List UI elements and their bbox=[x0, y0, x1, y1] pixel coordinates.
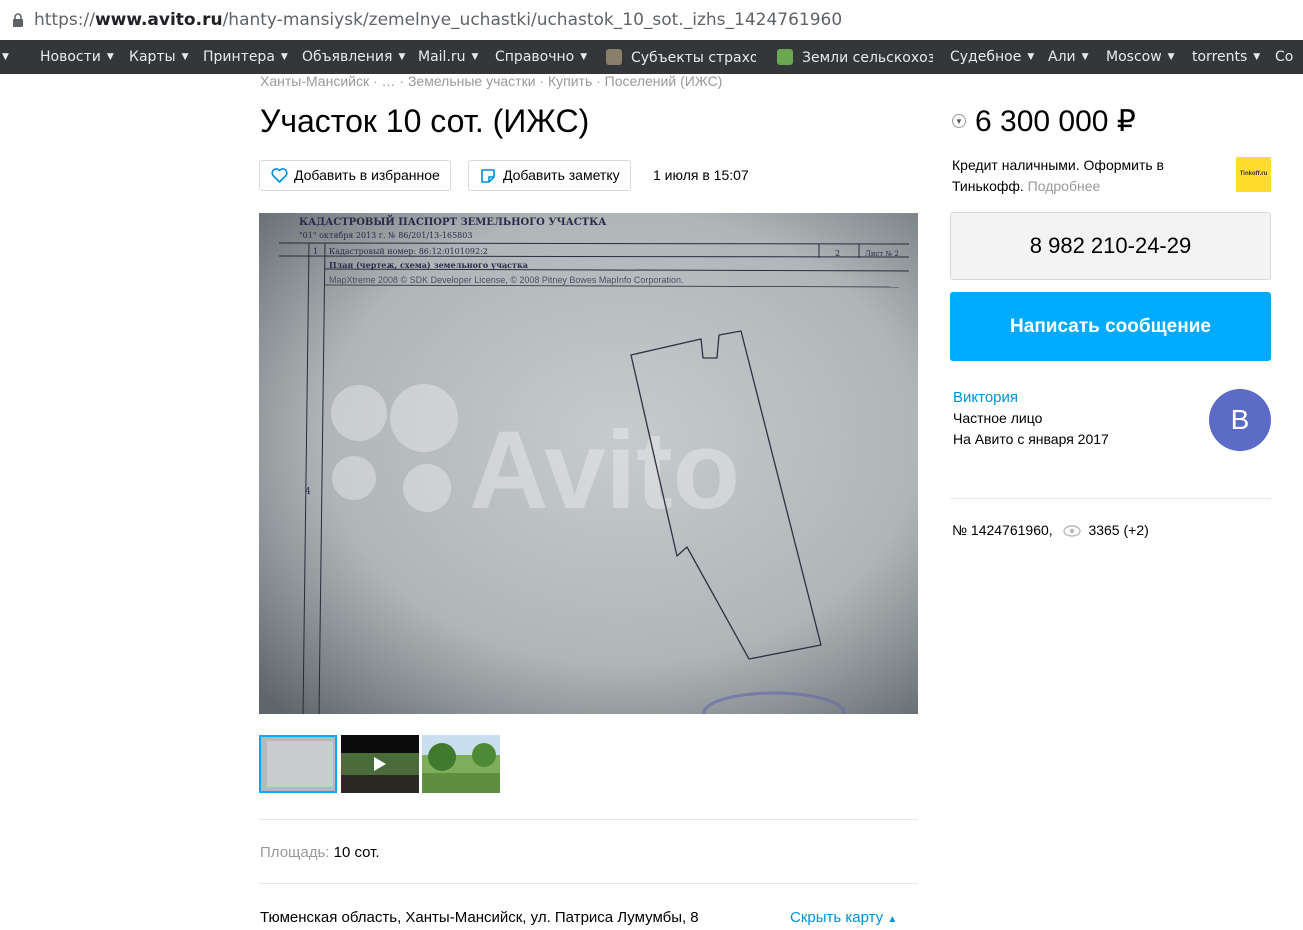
chevron-down-icon[interactable]: ▼ bbox=[952, 114, 966, 128]
doc-row1-num: 1 bbox=[313, 247, 318, 256]
avatar[interactable]: В bbox=[1209, 389, 1271, 451]
doc-header-title: КАДАСТРОВЫЙ ПАСПОРТ ЗЕМЕЛЬНОГО УЧАСТКА bbox=[299, 215, 607, 228]
show-phone-button[interactable]: 8 982 210-24-29 bbox=[950, 212, 1271, 280]
url-text: https://www.avito.ru/hanty-mansiysk/zeme… bbox=[34, 10, 843, 30]
emblem-icon bbox=[606, 49, 622, 65]
area-param: Площадь: 10 сот. bbox=[260, 844, 380, 861]
eye-icon bbox=[1062, 525, 1081, 537]
bookmark-overflow-caret[interactable]: ▼ bbox=[2, 49, 9, 65]
thumbnail-landscape bbox=[422, 735, 500, 793]
doc-mapxtreme-notice: MapXtreme 2008 © SDK Developer License, … bbox=[329, 275, 683, 285]
write-message-button[interactable]: Написать сообщение bbox=[950, 292, 1271, 361]
add-note-button[interactable]: Добавить заметку bbox=[468, 160, 631, 191]
hide-map-link[interactable]: Скрыть карту ▲ bbox=[790, 909, 897, 926]
add-note-label: Добавить заметку bbox=[503, 167, 620, 183]
chevron-up-icon: ▲ bbox=[887, 914, 898, 925]
thumbnail-1[interactable] bbox=[259, 735, 337, 793]
bookmark-folder-ads[interactable]: Объявления ▼ bbox=[302, 49, 405, 65]
lock-icon bbox=[13, 13, 23, 27]
bookmark-folder-judicial[interactable]: Судебное ▼ bbox=[950, 49, 1034, 65]
cadastral-passport-image: КАДАСТРОВЫЙ ПАСПОРТ ЗЕМЕЛЬНОГО УЧАСТКА "… bbox=[259, 213, 918, 714]
breadcrumb[interactable]: Ханты-Мансийск · … · Земельные участки ·… bbox=[260, 73, 722, 89]
tinkoff-logo[interactable]: Tinkoff.ru bbox=[1236, 157, 1271, 192]
bookmark-insurance-subjects[interactable]: Субъекты страхов bbox=[606, 49, 756, 66]
doc-row1-col: 2 bbox=[835, 249, 840, 258]
bookmark-folder-ali[interactable]: Али ▼ bbox=[1048, 49, 1089, 65]
thumbnail-video bbox=[341, 735, 419, 793]
thumbnail-3[interactable] bbox=[422, 735, 500, 793]
ad-number: № 1424761960, bbox=[952, 522, 1053, 538]
doc-header-date: "01" октября 2013 г. № 86/201/13-165803 bbox=[299, 231, 472, 240]
add-favorite-label: Добавить в избранное bbox=[294, 167, 440, 183]
credit-more-link[interactable]: Подробнее bbox=[1028, 178, 1101, 194]
bookmarks-bar: ▼ Новости ▼ Карты ▼ Принтера ▼ Объявления ▼ … bbox=[0, 40, 1303, 74]
publish-date: 1 июля в 15:07 bbox=[653, 167, 749, 183]
main-photo[interactable]: КАДАСТРОВЫЙ ПАСПОРТ ЗЕМЕЛЬНОГО УЧАСТКА "… bbox=[259, 213, 918, 714]
bookmark-folder-moscow[interactable]: Moscow ▼ bbox=[1106, 49, 1175, 65]
shield-icon bbox=[777, 49, 793, 65]
divider bbox=[259, 819, 918, 820]
heart-icon bbox=[271, 168, 288, 183]
thumbnail-2-video[interactable] bbox=[341, 735, 419, 793]
thumbnail-document bbox=[261, 737, 335, 791]
bookmark-agricultural-lands[interactable]: Земли сельскохоз bbox=[777, 49, 933, 66]
divider bbox=[950, 498, 1271, 499]
watermark-text: Avito bbox=[469, 409, 740, 532]
views-count: 3365 (+2) bbox=[1088, 522, 1149, 538]
add-favorite-button[interactable]: Добавить в избранное bbox=[259, 160, 451, 191]
area-label: Площадь: bbox=[260, 844, 330, 861]
bookmark-folder-maps[interactable]: Карты ▼ bbox=[129, 49, 189, 65]
page-title: Участок 10 сот. (ИЖС) bbox=[260, 103, 590, 139]
seller-since: На Авито с января 2017 bbox=[953, 431, 1109, 447]
bookmark-folder-printers[interactable]: Принтера ▼ bbox=[203, 49, 288, 65]
doc-side-number: 4 bbox=[305, 487, 311, 497]
bookmark-folder-co[interactable]: Co bbox=[1275, 49, 1293, 65]
address-text: Тюменская область, Ханты-Мансийск, ул. П… bbox=[260, 909, 699, 926]
bookmark-folder-mailru[interactable]: Mail.ru ▼ bbox=[418, 49, 478, 65]
doc-cadastral-number: Кадастровый номер: 86:12:0101092:2 bbox=[329, 247, 488, 256]
doc-sheet-number: Лист № 2 bbox=[865, 250, 899, 258]
ad-info: № 1424761960, 3365 (+2) bbox=[952, 522, 1149, 538]
divider bbox=[259, 883, 918, 884]
credit-offer[interactable]: Кредит наличными. Оформить в Тинькофф. П… bbox=[952, 155, 1202, 197]
seller-type: Частное лицо bbox=[953, 410, 1043, 426]
seller-name-link[interactable]: Виктория bbox=[953, 389, 1018, 406]
doc-plan-label: План (чертеж, схема) земельного участка bbox=[329, 260, 528, 270]
bookmark-folder-reference[interactable]: Справочно ▼ bbox=[495, 49, 587, 65]
address-bar[interactable]: https://www.avito.ru/hanty-mansiysk/zeme… bbox=[0, 0, 1303, 40]
price: 6 300 000 ₽ bbox=[975, 105, 1136, 138]
bookmark-folder-torrents[interactable]: torrents ▼ bbox=[1192, 49, 1260, 65]
note-icon bbox=[481, 169, 495, 183]
area-value: 10 сот. bbox=[333, 844, 380, 861]
bookmark-folder-news[interactable]: Новости ▼ bbox=[40, 49, 114, 65]
